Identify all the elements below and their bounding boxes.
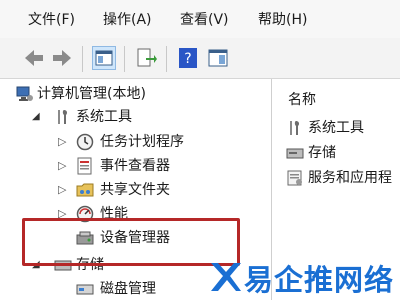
list-item-label: 服务和应用程 <box>308 170 392 186</box>
tree-item-computer-management[interactable]: 计算机管理(本地) <box>0 83 270 105</box>
event-viewer-icon <box>76 157 94 175</box>
storage-icon <box>286 144 304 162</box>
tree-label: 事件查看器 <box>100 158 170 174</box>
expand-arrow-icon[interactable]: ▷ <box>58 179 66 201</box>
list-item-label: 存储 <box>308 145 336 161</box>
services-icon <box>286 169 304 187</box>
watermark: 易企推网络 <box>208 255 400 300</box>
computer-management-icon <box>16 85 34 103</box>
tree-label: 系统工具 <box>76 109 132 125</box>
console-tree-icon[interactable] <box>92 46 116 70</box>
watermark-text: 易企推网络 <box>244 263 395 297</box>
back-icon[interactable] <box>22 46 46 70</box>
toolbar-separator <box>124 46 125 72</box>
action-pane-icon[interactable] <box>206 46 230 70</box>
expand-arrow-icon[interactable]: ▷ <box>58 131 66 153</box>
tree-item-system-tools[interactable]: ◢ 系统工具 <box>0 106 270 128</box>
tree-label: 任务计划程序 <box>100 134 184 150</box>
shared-folder-icon <box>76 181 94 199</box>
collapse-arrow-icon[interactable]: ◢ <box>32 106 40 128</box>
tools-icon <box>286 119 304 137</box>
tree-item-task-scheduler[interactable]: ▷ 任务计划程序 <box>0 131 270 153</box>
export-list-icon[interactable] <box>134 46 158 70</box>
clock-icon <box>76 133 94 151</box>
menu-bar: 文件(F) 操作(A) 查看(V) 帮助(H) <box>0 0 400 38</box>
help-icon[interactable]: ? <box>176 46 200 70</box>
toolbar-separator <box>82 46 83 72</box>
svg-text:?: ? <box>184 51 191 67</box>
tools-icon <box>54 108 72 126</box>
forward-icon[interactable] <box>50 46 74 70</box>
toolbar-separator <box>166 46 167 72</box>
tree-label: 共享文件夹 <box>100 182 170 198</box>
disk-icon <box>76 280 94 298</box>
watermark-logo-icon <box>211 263 241 291</box>
tree-item-event-viewer[interactable]: ▷ 事件查看器 <box>0 155 270 177</box>
tree-label: 磁盘管理 <box>100 281 156 297</box>
menu-action[interactable]: 操作(A) <box>103 10 152 30</box>
menu-file[interactable]: 文件(F) <box>28 10 75 30</box>
list-item-label: 系统工具 <box>308 120 364 136</box>
column-header-name[interactable]: 名称 <box>288 89 316 109</box>
menu-help[interactable]: 帮助(H) <box>258 10 307 30</box>
toolbar: ? <box>0 38 400 79</box>
expand-arrow-icon[interactable]: ▷ <box>58 155 66 177</box>
menu-view[interactable]: 查看(V) <box>180 10 229 30</box>
tree-item-shared-folders[interactable]: ▷ 共享文件夹 <box>0 179 270 201</box>
tree-label: 计算机管理(本地) <box>37 86 146 102</box>
